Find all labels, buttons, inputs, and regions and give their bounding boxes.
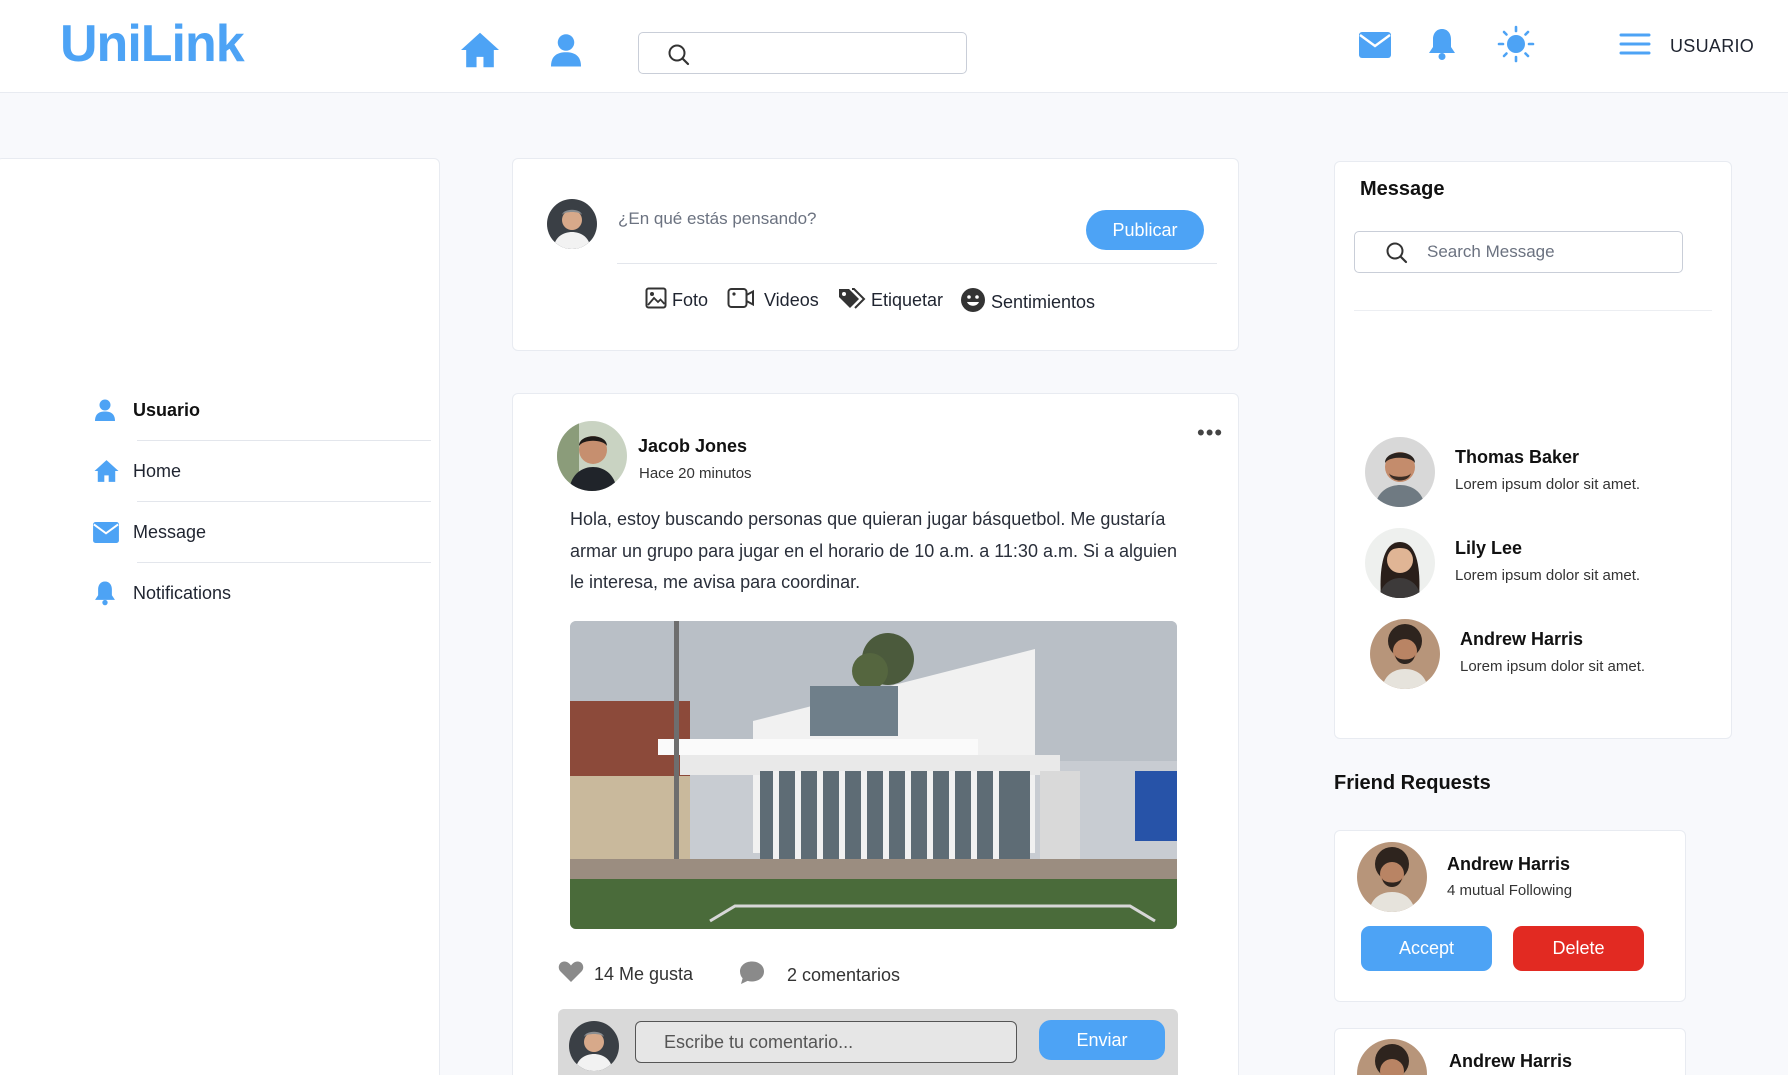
sidebar-item-label: Message: [133, 521, 207, 542]
home-icon: [93, 459, 129, 483]
comment-input[interactable]: [635, 1021, 1017, 1063]
contact-item[interactable]: Thomas Baker Lorem ipsum dolor sit amet.: [1365, 437, 1705, 509]
post-composer-input[interactable]: [618, 209, 968, 229]
contact-item[interactable]: Andrew Harris Lorem ipsum dolor sit amet…: [1370, 619, 1710, 691]
sidebar-item-notifications[interactable]: Notifications: [93, 566, 433, 620]
publish-button[interactable]: Publicar: [1086, 210, 1204, 250]
attach-label: Sentimientos: [991, 292, 1096, 312]
attach-label: Etiquetar: [871, 290, 944, 310]
heart-icon: [558, 960, 594, 988]
contact-preview: Lorem ipsum dolor sit amet.: [1460, 658, 1646, 675]
global-search-input[interactable]: [699, 39, 954, 67]
image-icon: [645, 287, 672, 314]
like-count: 14 Me gusta: [594, 963, 694, 984]
sidebar-item-message[interactable]: Message: [93, 505, 433, 559]
comment-bubble-icon: [739, 960, 775, 990]
top-navbar: UniLink USUARIO: [0, 0, 1788, 93]
divider: [137, 562, 431, 563]
comment-count: 2 comentarios: [787, 964, 901, 985]
message-search-input[interactable]: [1427, 238, 1667, 266]
post-timestamp: Hace 20 minutos: [639, 465, 752, 482]
comments-button[interactable]: 2 comentarios: [739, 960, 900, 990]
requester-avatar[interactable]: [1357, 1039, 1427, 1075]
mutual-count: 4 mutual Following: [1447, 882, 1573, 899]
feed-post: Jacob Jones Hace 20 minutos ••• Hola, es…: [512, 393, 1239, 1075]
attach-tag-button[interactable]: Etiquetar: [838, 287, 943, 314]
post-author-name[interactable]: Jacob Jones: [638, 436, 747, 457]
like-button[interactable]: 14 Me gusta: [558, 960, 693, 988]
divider: [137, 440, 431, 441]
sidebar-item-label: Notifications: [133, 582, 232, 603]
friend-request-card: Andrew Harris 4 mutual Following Accept …: [1334, 830, 1686, 1002]
search-icon: [1385, 241, 1409, 270]
send-comment-button[interactable]: Enviar: [1039, 1020, 1165, 1060]
mail-icon[interactable]: [1358, 30, 1392, 60]
smile-icon: [960, 287, 991, 318]
friend-request-card: Andrew Harris: [1334, 1028, 1686, 1075]
contact-avatar: [1365, 437, 1435, 507]
sidebar-item-label: Usuario: [133, 399, 201, 420]
divider: [1354, 310, 1712, 311]
left-sidebar: Usuario Home Message Notifications: [0, 158, 440, 1075]
attach-feeling-button[interactable]: Sentimientos: [960, 287, 1095, 318]
friend-requests-title: Friend Requests: [1334, 772, 1491, 794]
post-image[interactable]: [570, 621, 1177, 929]
avatar[interactable]: [547, 199, 597, 249]
bell-icon[interactable]: [1425, 27, 1459, 61]
search-icon: [667, 43, 691, 72]
tag-icon: [838, 287, 871, 314]
sidebar-item-usuario[interactable]: Usuario: [93, 383, 433, 437]
sidebar-item-home[interactable]: Home: [93, 444, 433, 498]
divider: [617, 263, 1217, 264]
current-user-label[interactable]: USUARIO: [1670, 36, 1754, 57]
attach-photo-button[interactable]: Foto: [645, 287, 708, 314]
app-logo[interactable]: UniLink: [60, 14, 245, 74]
attach-label: Foto: [672, 290, 709, 310]
bell-icon: [93, 580, 129, 606]
contact-preview: Lorem ipsum dolor sit amet.: [1455, 476, 1641, 493]
contact-name: Lily Lee: [1455, 538, 1523, 558]
avatar[interactable]: [569, 1021, 619, 1071]
attach-video-button[interactable]: Videos: [727, 287, 819, 314]
more-options-icon[interactable]: •••: [1197, 420, 1223, 446]
user-icon[interactable]: [546, 30, 586, 70]
contact-preview: Lorem ipsum dolor sit amet.: [1455, 567, 1641, 584]
contact-name: Thomas Baker: [1455, 447, 1580, 467]
comment-bar: Enviar: [558, 1009, 1178, 1075]
theme-sun-icon[interactable]: [1497, 25, 1535, 63]
sidebar-item-label: Home: [133, 460, 182, 481]
contact-avatar: [1365, 528, 1435, 598]
home-icon[interactable]: [458, 30, 502, 70]
accept-button[interactable]: Accept: [1361, 926, 1492, 971]
messages-panel: Message Thomas Baker Lorem ipsum dolor s…: [1334, 161, 1732, 739]
divider: [137, 501, 431, 502]
messages-title: Message: [1360, 178, 1445, 200]
mail-icon: [93, 521, 129, 543]
menu-icon[interactable]: [1618, 30, 1652, 58]
contact-item[interactable]: Lily Lee Lorem ipsum dolor sit amet.: [1365, 528, 1705, 600]
contact-avatar: [1370, 619, 1440, 689]
delete-button[interactable]: Delete: [1513, 926, 1644, 971]
post-author-avatar[interactable]: [557, 421, 627, 491]
post-composer: Publicar Foto Videos Etiquetar Sentimien…: [512, 158, 1239, 351]
user-icon: [93, 398, 129, 422]
attach-label: Videos: [764, 290, 819, 310]
requester-avatar[interactable]: [1357, 842, 1427, 912]
post-body-text: Hola, estoy buscando personas que quiera…: [570, 509, 1178, 592]
message-search[interactable]: [1354, 231, 1683, 273]
contact-name: Andrew Harris: [1460, 629, 1584, 649]
global-search[interactable]: [638, 32, 967, 74]
requester-name[interactable]: Andrew Harris: [1447, 854, 1570, 875]
requester-name[interactable]: Andrew Harris: [1449, 1051, 1572, 1072]
video-icon: [727, 287, 760, 314]
